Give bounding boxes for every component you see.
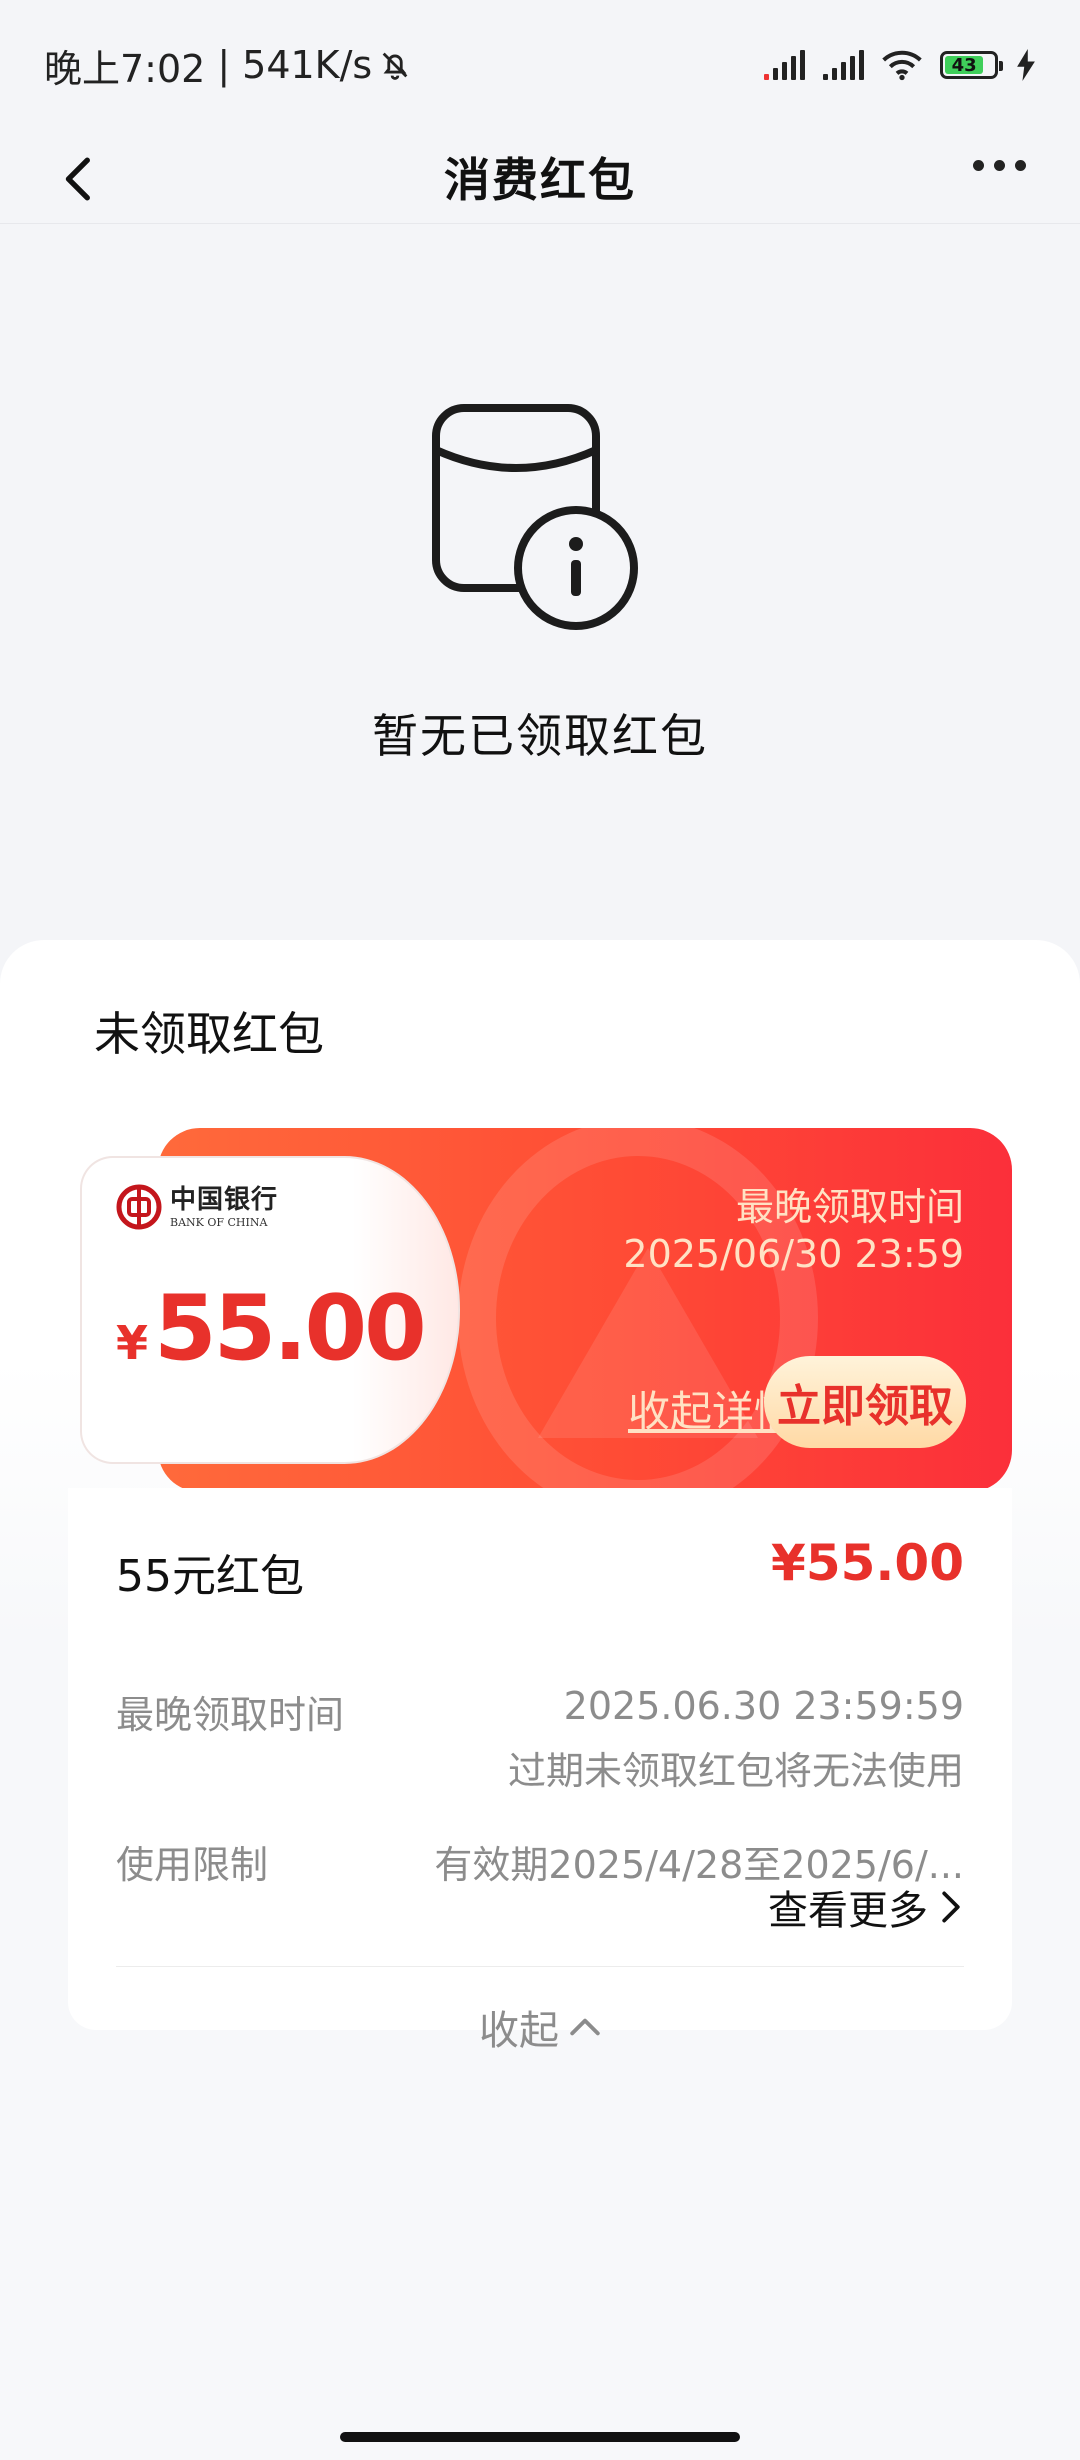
collapse-button[interactable]: 收起 xyxy=(68,1998,1012,2056)
battery-level: 43 xyxy=(945,55,984,76)
deadline-value: 2025.06.30 23:59:59 xyxy=(563,1684,964,1728)
bank-name-cn: 中国银行 xyxy=(170,1184,279,1215)
battery-icon: 43 xyxy=(940,51,1003,79)
sheet-title: 未领取红包 xyxy=(94,1007,324,1061)
divider xyxy=(116,1966,964,1967)
bell-off-icon xyxy=(382,52,408,80)
coupon-card: 最晚领取时间 2025/06/30 23:59 收起详情 立即领取 中国银行 B… xyxy=(80,1128,1012,1492)
coupon-name: 55元红包 xyxy=(116,1551,304,1602)
bank-of-china-logo-icon xyxy=(116,1184,162,1230)
status-right: 43 xyxy=(764,49,1036,81)
page-title: 消费红包 xyxy=(444,152,636,207)
signal-hd-icon xyxy=(764,50,805,80)
chevron-up-icon xyxy=(570,2018,600,2036)
empty-state-text: 暂无已领取红包 xyxy=(372,709,708,763)
nav-bar: 消费红包 xyxy=(0,130,1080,224)
deadline-note: 过期未领取红包将无法使用 xyxy=(507,1749,964,1793)
envelope-info-icon xyxy=(432,404,638,630)
home-indicator[interactable] xyxy=(340,2432,740,2442)
coupon-amount-value: 55.00 xyxy=(154,1276,427,1381)
coupon-deadline-value: 2025/06/30 23:59 xyxy=(623,1232,964,1276)
coupon-deadline-label: 最晚领取时间 xyxy=(735,1185,964,1229)
coupon-value-panel: 中国银行 BANK OF CHINA ¥ 55.00 xyxy=(80,1156,460,1464)
more-dots-icon[interactable] xyxy=(973,160,1026,171)
bank-name: 中国银行 BANK OF CHINA xyxy=(170,1187,278,1228)
signal-icon xyxy=(823,50,864,80)
status-bar: 晚上7:02 | 541K/s 43 xyxy=(0,0,1080,130)
collapse-label: 收起 xyxy=(479,2008,559,2054)
view-more-link[interactable]: 查看更多 xyxy=(768,1878,964,1936)
coupon-price: ¥55.00 xyxy=(771,1534,964,1592)
status-time: 晚上7:02 xyxy=(44,46,206,91)
chevron-right-icon xyxy=(942,1891,960,1923)
view-more-label: 查看更多 xyxy=(768,1888,928,1934)
deadline-label: 最晚领取时间 xyxy=(116,1693,345,1737)
claim-now-button[interactable]: 立即领取 xyxy=(764,1356,966,1448)
coupon-amount: ¥ 55.00 xyxy=(116,1276,427,1381)
coupon-details: 55元红包 ¥55.00 最晚领取时间 2025.06.30 23:59:59 … xyxy=(68,1488,1012,2054)
bank-logo: 中国银行 BANK OF CHINA xyxy=(116,1184,278,1230)
charging-icon xyxy=(1017,49,1035,81)
bank-name-en: BANK OF CHINA xyxy=(170,1215,268,1229)
currency-symbol: ¥ xyxy=(116,1316,149,1370)
status-left: 晚上7:02 | 541K/s xyxy=(44,38,412,93)
status-speed: 541K/s xyxy=(242,43,373,87)
unclaimed-sheet: 未领取红包 最晚领取时间 2025/06/30 23:59 收起详情 立即领取 … xyxy=(0,940,1080,2460)
wifi-icon xyxy=(882,50,922,81)
chevron-left-icon[interactable] xyxy=(56,154,106,204)
usage-limit-label: 使用限制 xyxy=(116,1843,269,1887)
status-separator: | xyxy=(217,43,231,87)
